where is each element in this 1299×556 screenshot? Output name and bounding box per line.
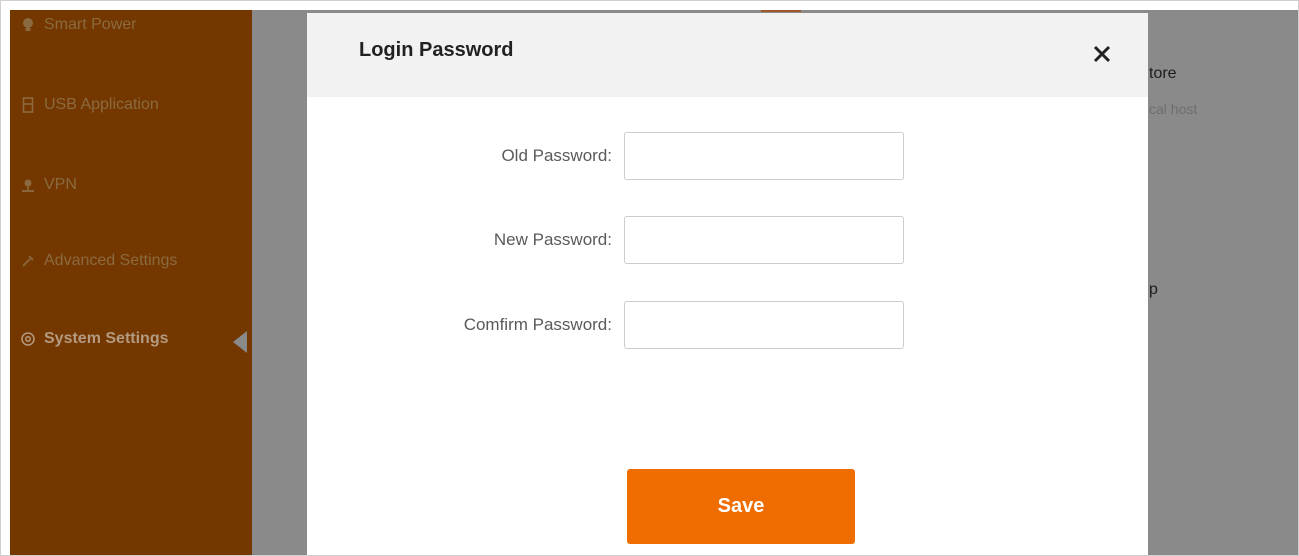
old-password-field[interactable] xyxy=(624,132,904,180)
sidebar-item-label: Smart Power xyxy=(44,16,137,33)
sidebar-item-smart-power[interactable]: Smart Power xyxy=(20,10,136,40)
sidebar-item-system-settings[interactable]: System Settings xyxy=(20,324,168,354)
new-password-field[interactable] xyxy=(624,216,904,264)
background-text: tore xyxy=(1149,65,1177,82)
old-password-row: Old Password: xyxy=(307,132,1148,182)
usb-icon xyxy=(20,97,36,113)
background-text: p xyxy=(1149,281,1158,298)
old-password-label: Old Password: xyxy=(501,146,612,165)
background-subtext: cal host xyxy=(1149,101,1198,117)
bulb-icon xyxy=(20,17,36,33)
new-password-row: New Password: xyxy=(307,216,1148,266)
sidebar-item-advanced-settings[interactable]: Advanced Settings xyxy=(20,246,177,276)
header-accent xyxy=(761,10,801,12)
sidebar-item-label: Advanced Settings xyxy=(44,252,178,269)
sidebar-item-label: USB Application xyxy=(44,96,159,113)
active-indicator xyxy=(233,331,247,353)
new-password-label: New Password: xyxy=(493,230,612,249)
dialog-header: Login Password xyxy=(307,13,1148,97)
wrench-icon xyxy=(20,253,36,269)
confirm-password-field[interactable] xyxy=(624,301,904,349)
sidebar: Smart Power USB Application VPN Advanced… xyxy=(10,10,252,555)
save-button[interactable]: Save xyxy=(627,469,855,544)
close-button[interactable] xyxy=(1087,39,1117,69)
app-window: Smart Power USB Application VPN Advanced… xyxy=(0,0,1299,556)
confirm-password-label: Comfirm Password: xyxy=(463,315,612,334)
sidebar-item-usb-application[interactable]: USB Application xyxy=(20,90,159,120)
sidebar-item-label: VPN xyxy=(44,176,77,193)
confirm-password-row: Comfirm Password: xyxy=(307,301,1148,351)
close-icon xyxy=(1093,45,1111,63)
sidebar-item-label: System Settings xyxy=(44,330,169,347)
sidebar-item-vpn[interactable]: VPN xyxy=(20,170,77,200)
vpn-icon xyxy=(20,177,36,193)
login-password-dialog: Login Password Old Password: New Passwor… xyxy=(307,13,1148,555)
gear-icon xyxy=(20,331,36,347)
dialog-title: Login Password xyxy=(359,39,514,61)
